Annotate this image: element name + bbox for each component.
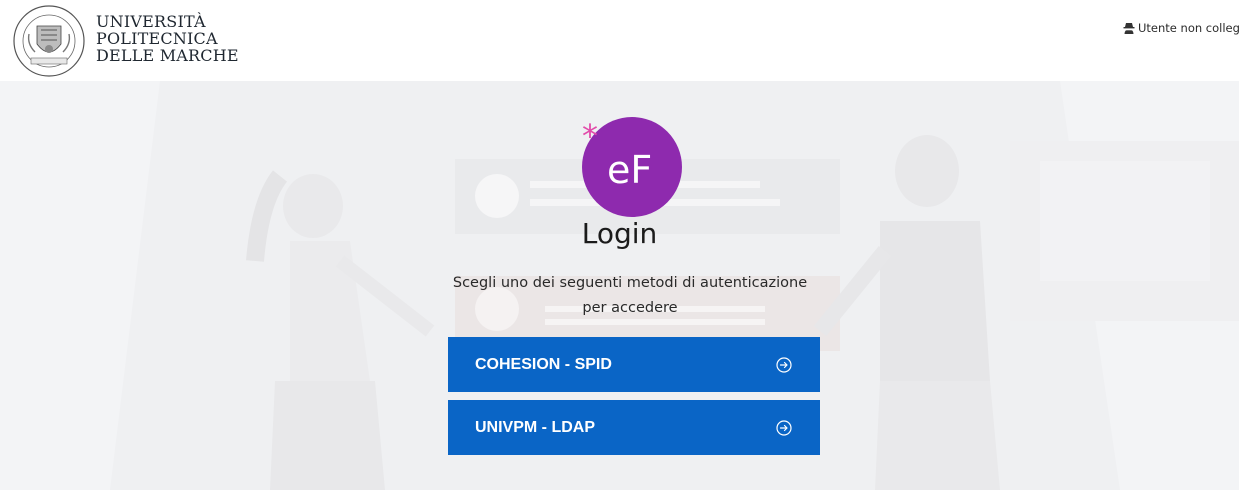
cohesion-spid-button-label: COHESION - SPID	[475, 355, 612, 373]
university-seal-logo[interactable]	[11, 4, 87, 78]
login-instructions-line-1: Scegli uno dei seguenti metodi di autent…	[452, 275, 808, 291]
ef-app-logo: * eF	[582, 117, 682, 217]
login-panel: * eF Login Scegli uno dei seguenti metod…	[0, 81, 1239, 490]
page-title: Login	[581, 217, 658, 250]
login-instructions: Scegli uno dei seguenti metodi di autent…	[440, 271, 820, 321]
ef-logo-text: eF	[607, 148, 652, 192]
top-header: UNIVERSITÀ POLITECNICA DELLE MARCHE Uten…	[0, 0, 1239, 81]
user-status-label: Utente non collegato	[1138, 21, 1239, 35]
univpm-ldap-button[interactable]: UNIVPM - LDAP	[448, 400, 820, 455]
univpm-ldap-button-label: UNIVPM - LDAP	[475, 418, 595, 436]
arrow-circle-right-icon	[776, 356, 792, 373]
login-instructions-line-2: per accedere	[582, 300, 678, 316]
university-name: UNIVERSITÀ POLITECNICA DELLE MARCHE	[96, 13, 239, 64]
incognito-user-icon	[1123, 23, 1135, 34]
university-name-line-1: UNIVERSITÀ	[96, 12, 206, 31]
university-name-line-3: DELLE MARCHE	[96, 46, 239, 65]
university-name-line-2: POLITECNICA	[96, 29, 218, 48]
arrow-circle-right-icon	[776, 419, 792, 436]
user-status[interactable]: Utente non collegato	[1123, 21, 1239, 35]
cohesion-spid-button[interactable]: COHESION - SPID	[448, 337, 820, 392]
ef-logo-asterisk: *	[582, 117, 598, 155]
